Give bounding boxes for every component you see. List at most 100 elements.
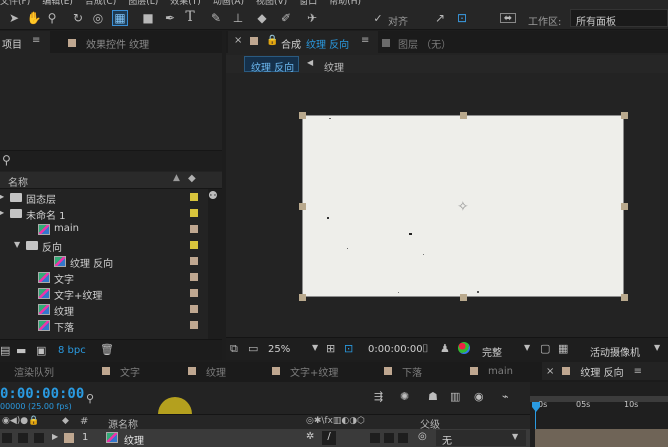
label-color-swatch[interactable]: [190, 289, 198, 297]
monitor-icon[interactable]: ▭: [248, 342, 258, 355]
quality-switch-icon[interactable]: /: [322, 431, 336, 445]
workspace-select[interactable]: 所有面板: [570, 9, 668, 28]
project-item[interactable]: 文字+纹理: [0, 285, 208, 302]
transform-handle[interactable]: [621, 294, 628, 301]
layer-name[interactable]: 纹理: [124, 432, 144, 447]
comp-viewer[interactable]: ✧: [226, 75, 668, 337]
audio-toggle[interactable]: [18, 433, 28, 443]
zoom-chevron-down-icon[interactable]: ▼: [312, 343, 318, 352]
rotate-tool-icon[interactable]: ↻: [70, 10, 86, 26]
folder-expanded-icon[interactable]: ▼: [14, 240, 20, 249]
pan-behind-tool-icon[interactable]: ▦: [112, 10, 128, 26]
column-name-label[interactable]: 名称: [8, 174, 28, 189]
project-item[interactable]: ▶ 未命名 1: [0, 205, 208, 222]
mask-visibility-icon[interactable]: ⊡: [344, 342, 353, 355]
label-column-icon[interactable]: ◆: [188, 173, 196, 184]
layer-duration-bar[interactable]: [535, 429, 668, 447]
transform-handle[interactable]: [460, 294, 467, 301]
panel-menu-icon[interactable]: ≡: [634, 366, 642, 377]
draft-3d-icon[interactable]: ✺: [400, 390, 409, 403]
rectangle-tool-icon[interactable]: ■: [140, 10, 156, 26]
parent-chevron-down-icon[interactable]: ▼: [512, 432, 518, 441]
close-tab-icon[interactable]: ×: [546, 366, 554, 377]
puppet-pin-tool-icon[interactable]: ✈: [304, 10, 320, 26]
comp-tab[interactable]: × 🔒 合成 纹理 反向 ≡: [228, 31, 378, 53]
snapshot-camera-icon[interactable]: ⌷: [422, 342, 429, 356]
close-tab-icon[interactable]: ×: [234, 35, 242, 46]
bpc-button[interactable]: 8 bpc: [58, 345, 86, 356]
transform-handle[interactable]: [299, 112, 306, 119]
transform-handle[interactable]: [299, 294, 306, 301]
layer-row[interactable]: ▶ 1 纹理 ✲ / ◎ 无 ▼: [0, 429, 530, 447]
always-preview-icon[interactable]: ⧉: [230, 342, 238, 356]
selection-tool-icon[interactable]: ➤: [6, 10, 22, 26]
timeline-tab[interactable]: × 纹理 反向 ≡: [542, 362, 668, 380]
current-time-indicator[interactable]: [532, 402, 540, 412]
shy-layers-icon[interactable]: ☗: [428, 390, 438, 403]
sort-ascending-icon[interactable]: ▲: [173, 173, 180, 183]
clone-stamp-tool-icon[interactable]: ⊥: [230, 10, 246, 26]
video-toggle[interactable]: [2, 433, 12, 443]
label-color-swatch[interactable]: [190, 225, 198, 233]
delete-icon[interactable]: 🗑: [100, 343, 114, 356]
label-color-swatch[interactable]: [190, 273, 198, 281]
snap-edges-icon[interactable]: ↗: [432, 10, 448, 26]
frame-blending-icon[interactable]: ▥: [450, 390, 460, 403]
switch-box[interactable]: [384, 433, 394, 443]
layer-label-color[interactable]: [64, 433, 74, 443]
parent-pickwhip-icon[interactable]: ◎: [418, 431, 427, 442]
text-tool-icon[interactable]: T: [182, 9, 198, 25]
time-ruler[interactable]: 0s 05s 10s: [530, 382, 668, 447]
composition-mini-flowchart-icon[interactable]: ⇶: [374, 390, 383, 403]
project-tab[interactable]: 项目 ≡: [0, 31, 50, 53]
interpret-footage-icon[interactable]: ▤: [0, 344, 10, 357]
timeline-search-icon[interactable]: ⚲: [86, 392, 94, 405]
timeline-tab[interactable]: 纹理: [188, 362, 226, 380]
effects-controls-tab[interactable]: 效果控件 纹理: [86, 36, 149, 51]
align-checkbox-icon[interactable]: ✓: [370, 10, 386, 26]
show-snapshot-icon[interactable]: ♟: [440, 342, 450, 355]
eraser-tool-icon[interactable]: ◆: [254, 10, 270, 26]
label-color-swatch[interactable]: [190, 193, 198, 201]
project-item[interactable]: 下落: [0, 317, 208, 334]
timeline-tab[interactable]: 下落: [384, 362, 422, 380]
project-item[interactable]: main: [0, 221, 208, 237]
comp-frame[interactable]: ✧: [302, 115, 624, 297]
collapse-switch-icon[interactable]: ✲: [306, 431, 314, 442]
panel-menu-icon[interactable]: ≡: [361, 35, 369, 46]
lock-tab-icon[interactable]: [250, 37, 258, 45]
comp-tab-lock-icon[interactable]: 🔒: [266, 35, 278, 46]
switch-box[interactable]: [370, 433, 380, 443]
workspace-switch-icon[interactable]: ⬌: [500, 13, 516, 24]
layer-tab[interactable]: 图层 （无）: [398, 36, 451, 51]
expand-arrow-icon[interactable]: ▶: [52, 432, 58, 441]
transparency-grid-icon[interactable]: ▦: [558, 342, 568, 355]
label-header-icon[interactable]: ◆: [62, 416, 69, 426]
work-area-bar[interactable]: [530, 396, 668, 402]
breadcrumb-active[interactable]: 纹理 反向: [244, 56, 299, 74]
label-color-swatch[interactable]: [190, 241, 198, 249]
label-color-swatch[interactable]: [190, 321, 198, 329]
project-item[interactable]: 纹理: [0, 301, 208, 318]
project-item[interactable]: ▼ 反向: [0, 237, 208, 254]
new-composition-icon[interactable]: ▣: [36, 344, 46, 357]
transform-handle[interactable]: [299, 203, 306, 210]
resolution-chevron-down-icon[interactable]: ▼: [524, 343, 530, 352]
transform-handle[interactable]: [621, 112, 628, 119]
timeline-tab[interactable]: 文字+纹理: [272, 362, 338, 380]
camera-dropdown[interactable]: 活动摄像机: [590, 344, 640, 359]
brush-tool-icon[interactable]: ✎: [208, 10, 224, 26]
label-color-swatch[interactable]: [190, 209, 198, 217]
motion-blur-icon[interactable]: ◉: [474, 390, 484, 403]
switch-box[interactable]: [398, 433, 408, 443]
timeline-tab[interactable]: main: [470, 362, 513, 380]
breadcrumb-next[interactable]: 纹理: [324, 59, 344, 74]
title-action-safe-icon[interactable]: ⊞: [326, 342, 335, 355]
channel-rgb-icon[interactable]: [458, 342, 470, 354]
label-color-swatch[interactable]: [190, 305, 198, 313]
label-color-swatch[interactable]: [190, 257, 198, 265]
zoom-dropdown[interactable]: 25%: [268, 344, 290, 355]
current-timecode[interactable]: 0:00:00:00: [0, 386, 84, 402]
solo-toggle[interactable]: [34, 433, 44, 443]
timeline-search-input[interactable]: [100, 392, 350, 406]
